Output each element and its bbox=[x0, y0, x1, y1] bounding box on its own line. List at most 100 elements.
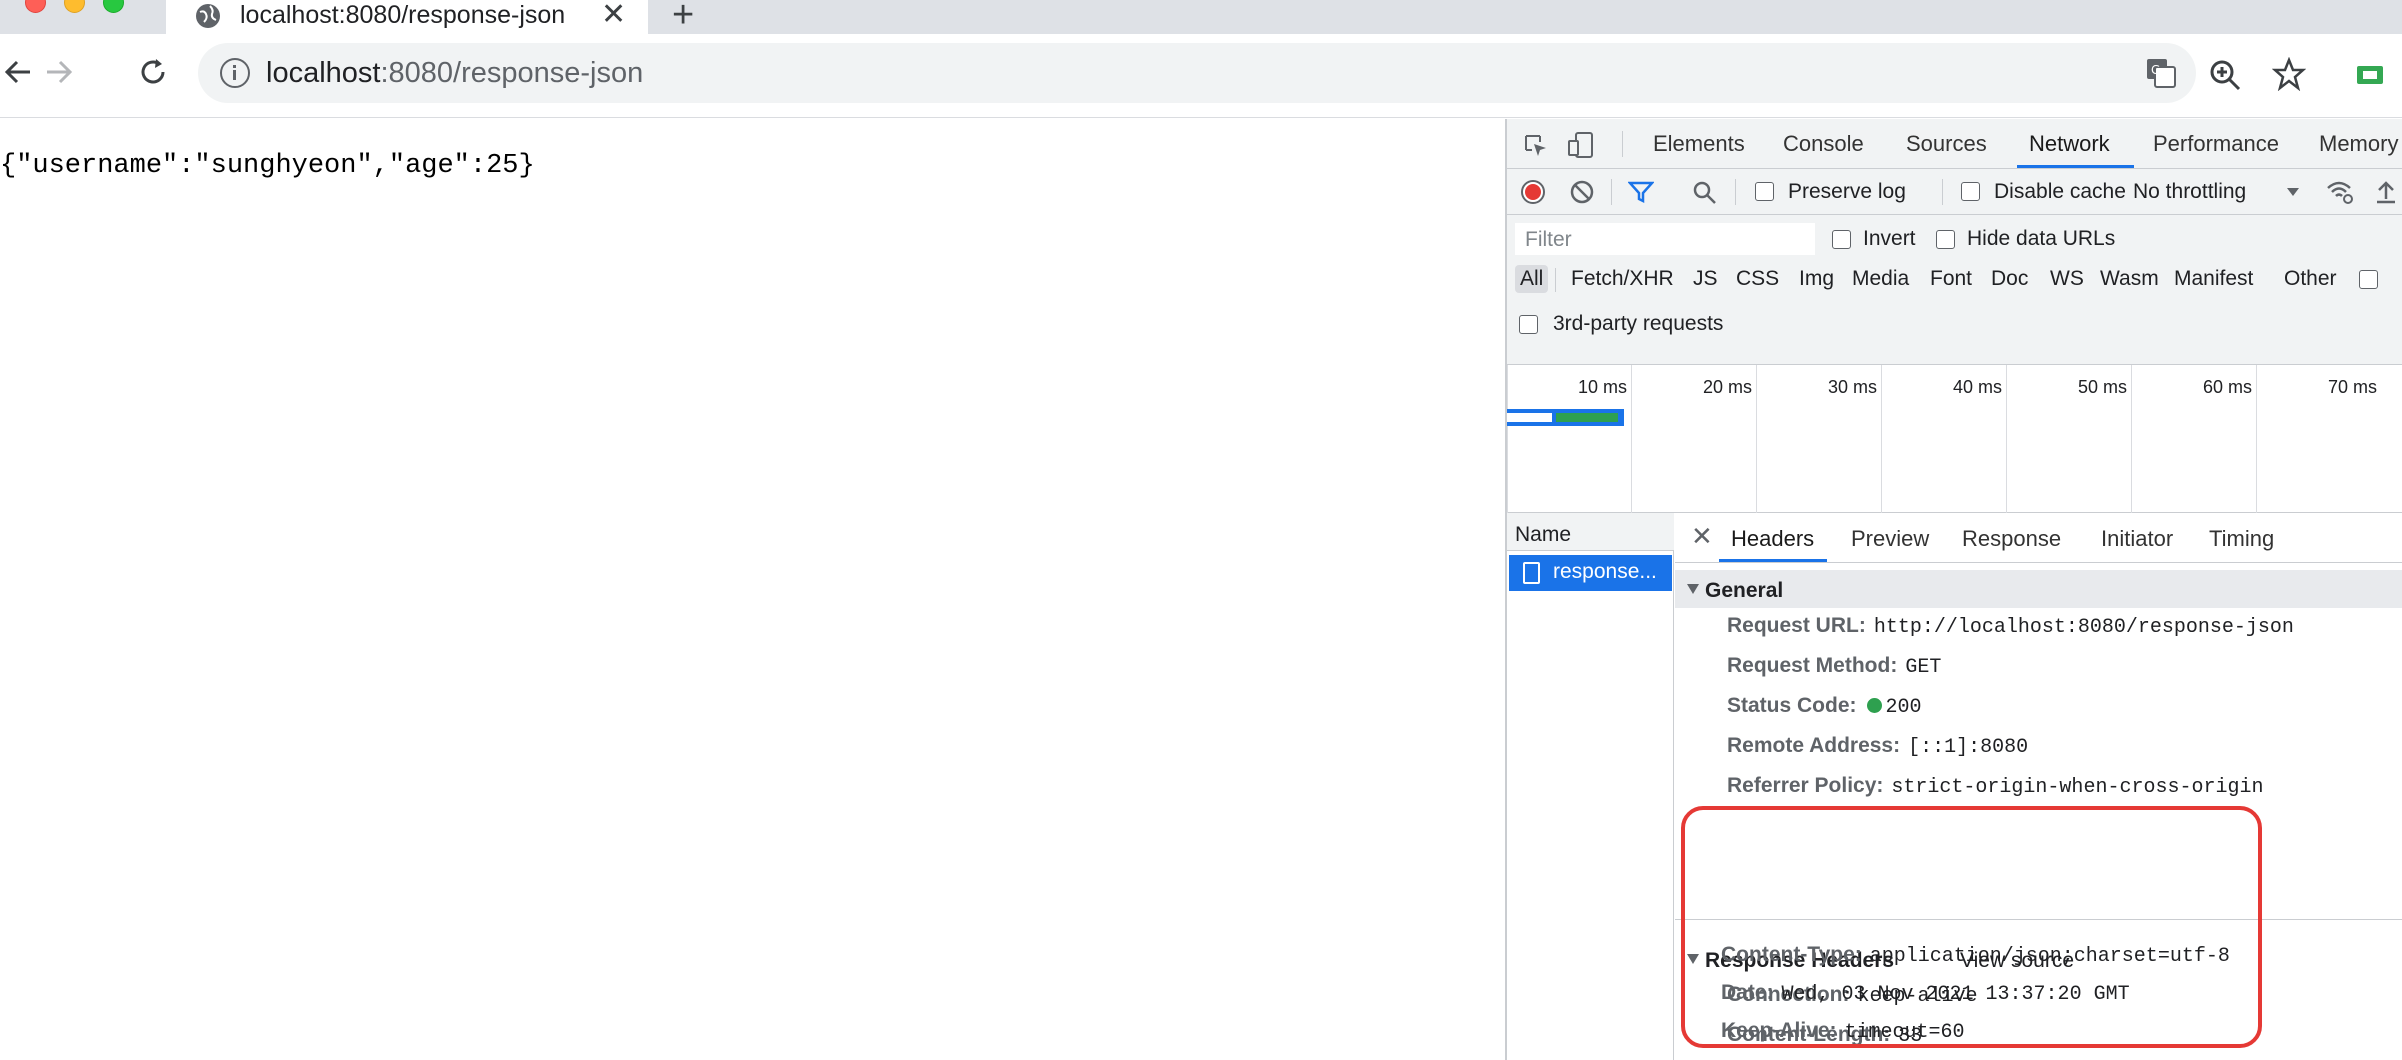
address-bar[interactable]: localhost:8080/response-json G bbox=[198, 43, 2196, 103]
waterfall-download-segment bbox=[1556, 413, 1618, 422]
page-content: {"username":"sunghyeon","age":25} bbox=[0, 119, 1505, 1060]
record-button[interactable] bbox=[1521, 180, 1545, 204]
info-icon[interactable] bbox=[220, 58, 250, 88]
arrow-right-icon bbox=[47, 60, 73, 84]
hide-data-urls-checkbox[interactable] bbox=[1936, 230, 1955, 249]
browser-tab-strip: localhost:8080/response-json ✕ + bbox=[0, 0, 2402, 36]
device-toolbar-icon[interactable] bbox=[1567, 131, 1595, 159]
chevron-down-icon[interactable] bbox=[2285, 186, 2301, 198]
extension-icon[interactable] bbox=[2355, 64, 2385, 88]
import-icon[interactable] bbox=[2373, 179, 2399, 205]
type-filter-all[interactable]: All bbox=[1515, 265, 1549, 293]
divider bbox=[1622, 131, 1623, 157]
third-party-checkbox[interactable] bbox=[1519, 315, 1538, 334]
header-key: Remote Address: bbox=[1727, 734, 1901, 757]
search-icon[interactable] bbox=[1692, 180, 1718, 206]
status-code-row: Status Code: 200 bbox=[1727, 693, 1922, 721]
maximize-window-button[interactable] bbox=[103, 0, 124, 13]
highlight-annotation bbox=[1681, 806, 2262, 1048]
header-value: http://localhost:8080/response-json bbox=[1873, 616, 2294, 639]
general-section-header[interactable]: General bbox=[1675, 570, 2402, 608]
type-filter-manifest[interactable]: Manifest bbox=[2169, 265, 2258, 293]
request-row[interactable]: response... bbox=[1509, 555, 1672, 591]
tab-headers[interactable]: Headers bbox=[1731, 526, 1814, 552]
tab-response[interactable]: Response bbox=[1962, 526, 2061, 552]
invert-checkbox[interactable] bbox=[1832, 230, 1851, 249]
browser-tab-active[interactable]: localhost:8080/response-json ✕ bbox=[166, 0, 648, 36]
bookmark-star-icon[interactable] bbox=[2272, 57, 2306, 91]
tab-sources[interactable]: Sources bbox=[1906, 131, 1987, 157]
general-section-title: General bbox=[1705, 579, 1784, 602]
timeline-tick-label: 50 ms bbox=[2077, 377, 2127, 397]
document-icon bbox=[1523, 562, 1540, 584]
timeline-gridline bbox=[1756, 365, 1757, 513]
network-toolbar: Preserve log Disable cache No throttling bbox=[1507, 169, 2402, 215]
type-filter-img[interactable]: Img bbox=[1794, 265, 1839, 293]
preserve-log-checkbox[interactable] bbox=[1755, 182, 1774, 201]
clear-icon[interactable] bbox=[1569, 179, 1595, 205]
url-path: :8080/response-json bbox=[380, 57, 644, 89]
tab-initiator[interactable]: Initiator bbox=[2101, 526, 2173, 552]
json-response-body: {"username":"sunghyeon","age":25} bbox=[0, 151, 535, 181]
tab-elements[interactable]: Elements bbox=[1653, 131, 1745, 157]
network-timeline-overview[interactable]: 10 ms 20 ms 30 ms 40 ms 50 ms 60 ms 70 m… bbox=[1507, 365, 2402, 513]
header-key: Request URL: bbox=[1727, 614, 1866, 637]
network-conditions-icon[interactable] bbox=[2325, 178, 2355, 206]
back-button[interactable] bbox=[0, 50, 40, 94]
url-host: localhost bbox=[266, 57, 381, 89]
header-key: Referrer Policy: bbox=[1727, 774, 1884, 797]
has-blocked-cookies-checkbox[interactable] bbox=[2359, 270, 2378, 289]
timeline-tick-label: 10 ms bbox=[1577, 377, 1627, 397]
disable-cache-checkbox[interactable] bbox=[1961, 182, 1980, 201]
throttling-select[interactable]: No throttling bbox=[2133, 179, 2246, 205]
forward-button[interactable] bbox=[37, 50, 81, 94]
browser-toolbar: localhost:8080/response-json G bbox=[0, 34, 2402, 118]
translate-icon[interactable]: G bbox=[2145, 57, 2177, 89]
tab-network[interactable]: Network bbox=[2029, 131, 2110, 157]
filter-icon[interactable] bbox=[1628, 180, 1654, 204]
svg-text:G: G bbox=[2151, 63, 2160, 77]
timeline-tick-label: 30 ms bbox=[1827, 377, 1877, 397]
type-filter-js[interactable]: JS bbox=[1688, 265, 1723, 293]
timeline-tick-label: 40 ms bbox=[1952, 377, 2002, 397]
timeline-gridline bbox=[2006, 365, 2007, 513]
zoom-icon[interactable] bbox=[2208, 58, 2242, 92]
type-filter-fetch-xhr[interactable]: Fetch/XHR bbox=[1566, 265, 1679, 293]
request-url-row: Request URL: http://localhost:8080/respon… bbox=[1727, 613, 2294, 641]
type-filter-css[interactable]: CSS bbox=[1731, 265, 1784, 293]
tab-performance[interactable]: Performance bbox=[2153, 131, 2279, 157]
network-filter-bar: Filter Invert Hide data URLs All Fetch/X… bbox=[1507, 215, 2402, 365]
header-key: Request Method: bbox=[1727, 654, 1898, 677]
request-list: Name response... bbox=[1507, 513, 1674, 1060]
address-bar-url: localhost:8080/response-json bbox=[266, 56, 643, 90]
type-filter-ws[interactable]: WS bbox=[2045, 265, 2089, 293]
minimize-window-button[interactable] bbox=[64, 0, 85, 13]
reload-icon bbox=[141, 59, 165, 84]
type-filter-media[interactable]: Media bbox=[1847, 265, 1914, 293]
record-icon bbox=[1525, 184, 1541, 200]
details-tab-bar: ✕ Headers Preview Response Initiator Tim… bbox=[1675, 513, 2402, 563]
tab-close-icon[interactable]: ✕ bbox=[601, 0, 626, 30]
tab-console[interactable]: Console bbox=[1783, 131, 1864, 157]
type-filter-doc[interactable]: Doc bbox=[1986, 265, 2033, 293]
request-list-header[interactable]: Name bbox=[1507, 513, 1674, 551]
new-tab-button[interactable]: + bbox=[672, 0, 694, 34]
type-filter-other[interactable]: Other bbox=[2279, 265, 2342, 293]
timeline-gridline bbox=[2131, 365, 2132, 513]
inspect-element-icon[interactable] bbox=[1523, 133, 1549, 159]
timeline-gridline bbox=[1631, 365, 1632, 513]
tab-preview[interactable]: Preview bbox=[1851, 526, 1929, 552]
header-value: 200 bbox=[1885, 696, 1922, 719]
close-icon[interactable]: ✕ bbox=[1691, 521, 1713, 552]
timeline-gridline bbox=[2256, 365, 2257, 513]
type-filter-font[interactable]: Font bbox=[1925, 265, 1977, 293]
tab-timing[interactable]: Timing bbox=[2209, 526, 2274, 552]
referrer-policy-row: Referrer Policy: strict-origin-when-cross… bbox=[1727, 773, 2263, 801]
close-window-button[interactable] bbox=[25, 0, 46, 13]
status-ok-icon bbox=[1866, 698, 1882, 713]
type-filter-wasm[interactable]: Wasm bbox=[2095, 265, 2164, 293]
reload-button[interactable] bbox=[131, 50, 175, 94]
globe-icon bbox=[196, 4, 220, 28]
tab-memory[interactable]: Memory bbox=[2319, 131, 2398, 157]
filter-input[interactable]: Filter bbox=[1515, 223, 1815, 255]
